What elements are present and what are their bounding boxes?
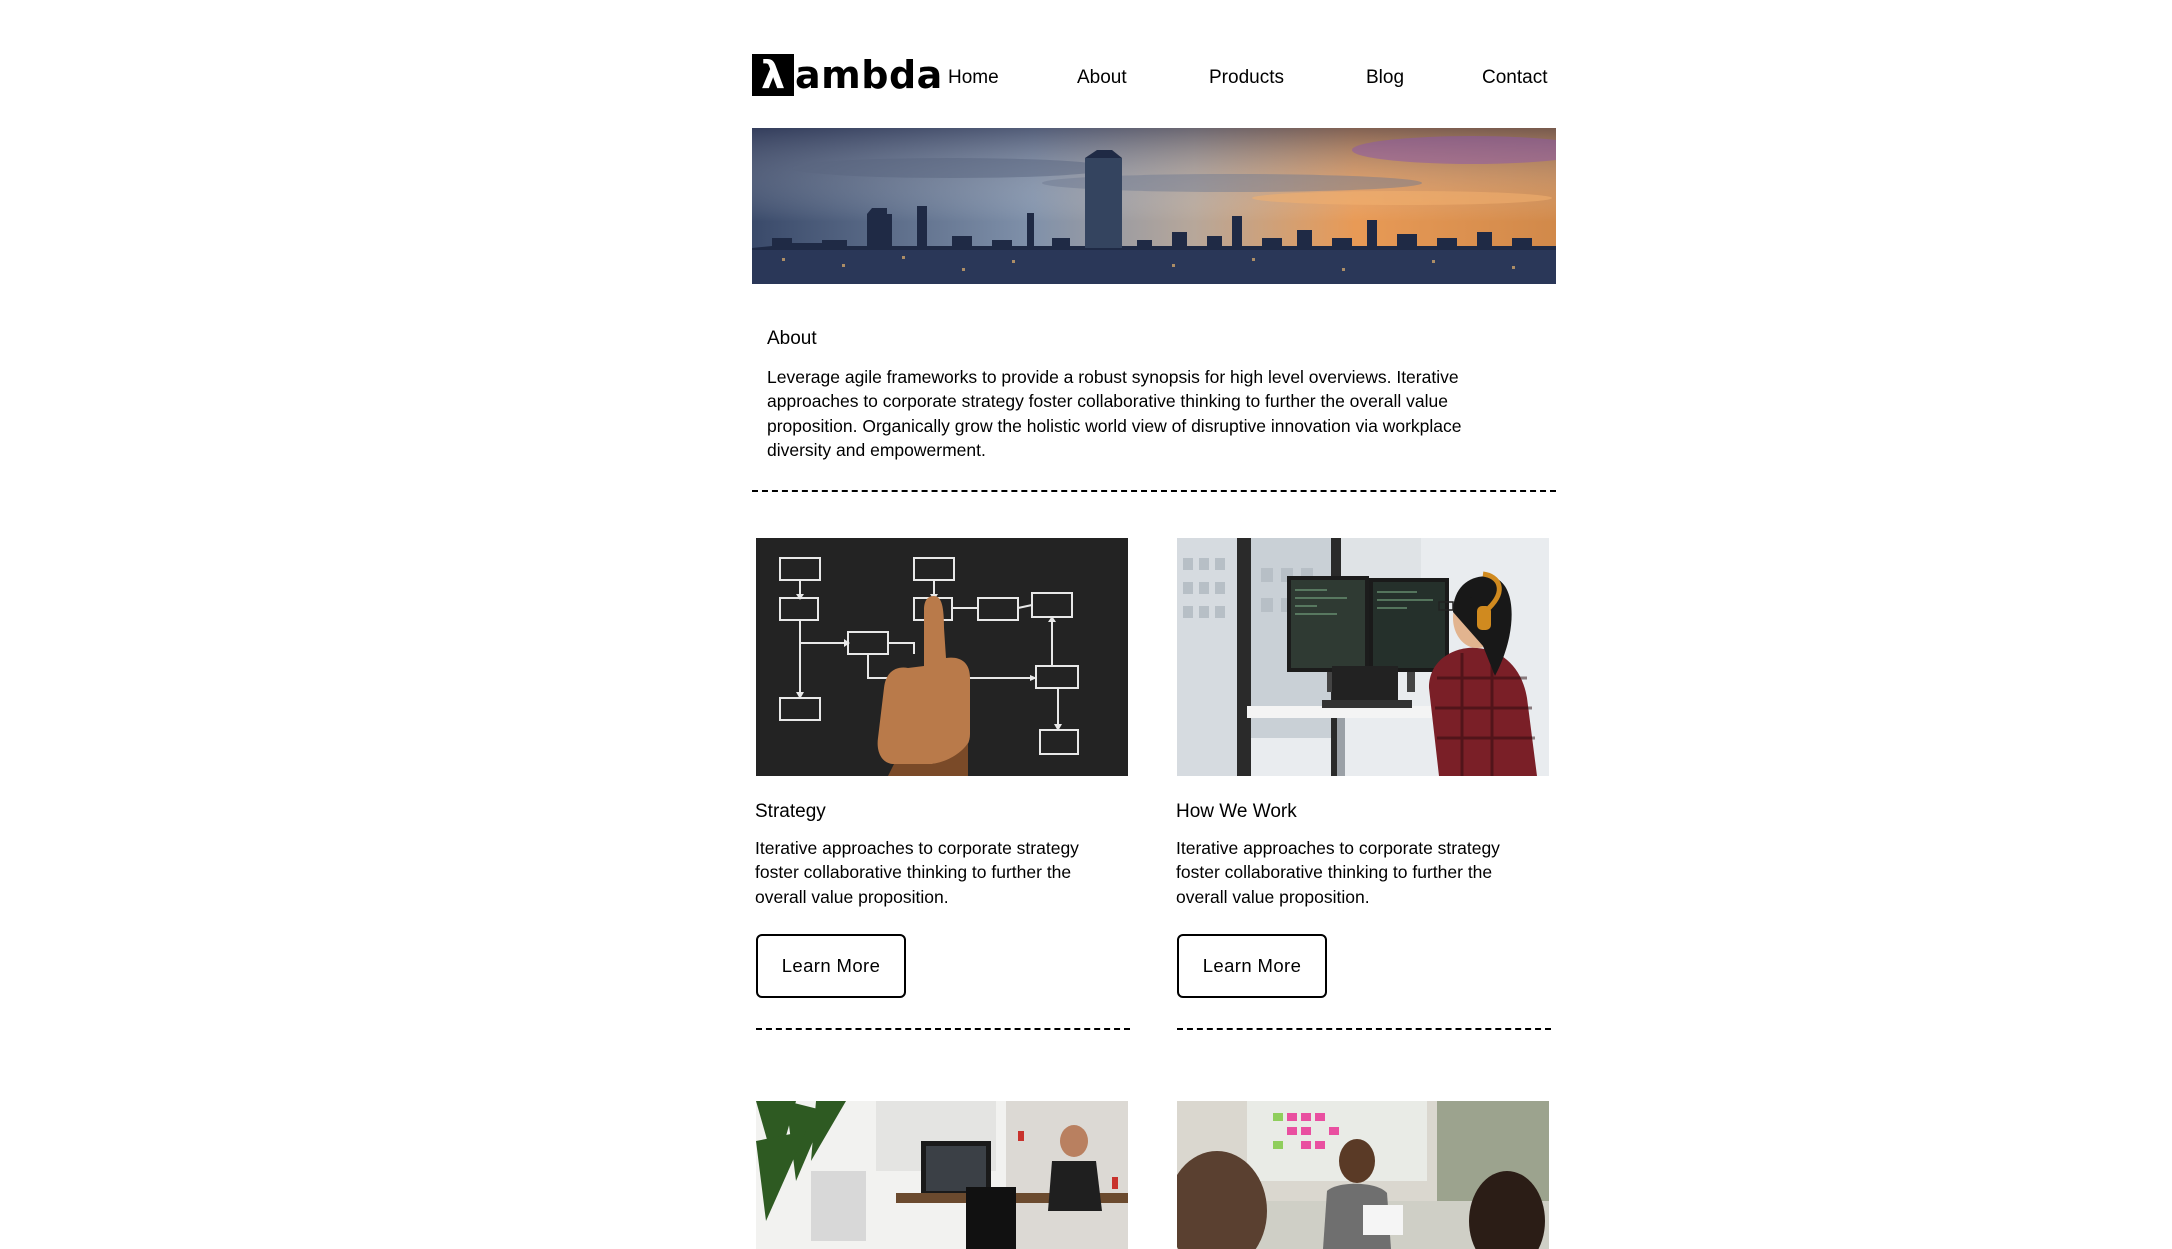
office-desk-image <box>756 1101 1128 1249</box>
nav-item-about[interactable]: About <box>1077 66 1127 90</box>
card-divider <box>756 1028 1130 1030</box>
about-text: Leverage agile frameworks to provide a r… <box>767 367 1462 460</box>
card-divider <box>1177 1028 1551 1030</box>
card-text: Iterative approaches to corporate strate… <box>1176 838 1500 907</box>
card-title: How We Work <box>1176 801 1297 822</box>
page: λ ambda Home About Products Blog Contact <box>0 0 2172 1249</box>
developer-workstation-image <box>1177 538 1549 776</box>
team-meeting-image <box>1177 1101 1549 1249</box>
card-text: Iterative approaches to corporate strate… <box>755 838 1079 907</box>
nav-item-products[interactable]: Products <box>1209 66 1284 90</box>
nav-item-contact[interactable]: Contact <box>1482 66 1547 90</box>
learn-more-button[interactable]: Learn More <box>756 934 906 998</box>
main-nav: Home About Products Blog Contact <box>752 66 1556 90</box>
about-title: About <box>767 328 817 349</box>
nav-item-blog[interactable]: Blog <box>1366 66 1404 90</box>
card-title: Strategy <box>755 801 826 822</box>
hero-skyline-image <box>752 128 1556 284</box>
learn-more-button[interactable]: Learn More <box>1177 934 1327 998</box>
section-divider <box>752 490 1556 492</box>
strategy-flowchart-image <box>756 538 1128 776</box>
nav-item-home[interactable]: Home <box>948 66 999 90</box>
site-header: λ ambda Home About Products Blog Contact <box>752 52 1556 104</box>
